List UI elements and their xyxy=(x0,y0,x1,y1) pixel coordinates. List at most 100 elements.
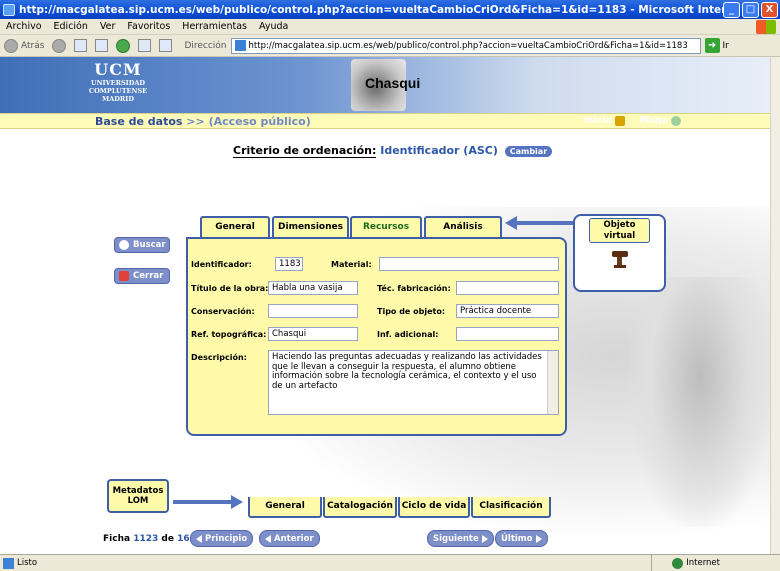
close-icon xyxy=(119,271,129,281)
breadcrumb-base-datos[interactable]: Base de datos xyxy=(95,115,182,128)
lom-tab-general[interactable]: General xyxy=(248,497,322,518)
close-button[interactable]: X xyxy=(761,1,778,18)
ref-topografica-field[interactable]: Chasqui xyxy=(268,327,358,341)
menu-archivo[interactable]: Archivo xyxy=(0,21,48,32)
inicio-link[interactable]: Inicio xyxy=(583,115,625,126)
tab-general[interactable]: General xyxy=(200,216,270,237)
page-loaded-icon xyxy=(3,557,14,569)
page-scrollbar[interactable] xyxy=(770,57,780,554)
magnifier-icon xyxy=(119,240,129,250)
window-titlebar: http://macgalatea.sip.ucm.es/web/publico… xyxy=(0,0,780,19)
ucm-logo[interactable]: UCM UNIVERSIDAD COMPLUTENSE MADRID xyxy=(78,60,158,103)
objeto-virtual-box[interactable]: Objeto virtual xyxy=(573,214,666,292)
current-record: 1123 xyxy=(133,534,159,544)
home-icon xyxy=(614,115,625,126)
address-text: http://macgalatea.sip.ucm.es/web/publico… xyxy=(248,40,688,51)
tipo-objeto-field[interactable]: Práctica docente xyxy=(456,304,559,318)
mapa-link[interactable]: Mapa xyxy=(639,115,682,126)
ref-topografica-label: Ref. topográfica: xyxy=(191,330,267,339)
tab-analisis[interactable]: Análisis xyxy=(424,216,502,237)
tab-dimensiones[interactable]: Dimensiones xyxy=(272,216,349,237)
page-icon xyxy=(234,40,246,51)
inf-adicional-field[interactable] xyxy=(456,327,559,341)
descripcion-textarea[interactable]: Haciendo las preguntas adecuadas y reali… xyxy=(268,350,559,415)
favorites-button[interactable] xyxy=(155,39,176,52)
conservacion-label: Conservación: xyxy=(191,307,255,316)
refresh-icon xyxy=(95,39,109,52)
menu-ver[interactable]: Ver xyxy=(94,21,122,32)
browser-toolbar: Atrás Dirección http://macgalatea.sip.uc… xyxy=(0,35,780,57)
descripcion-label: Descripción: xyxy=(191,353,247,362)
identificador-field[interactable]: 1183 xyxy=(275,257,303,271)
breadcrumb: Base de datos >> (Acceso público) xyxy=(95,115,311,128)
inf-adicional-label: Inf. adicional: xyxy=(377,330,439,339)
menu-ayuda[interactable]: Ayuda xyxy=(253,21,294,32)
menu-favoritos[interactable]: Favoritos xyxy=(121,21,176,32)
menu-herramientas[interactable]: Herramientas xyxy=(176,21,253,32)
back-icon xyxy=(4,38,18,53)
tec-fabricacion-field[interactable] xyxy=(456,281,559,295)
siguiente-button[interactable]: Siguiente xyxy=(427,530,494,547)
sculpture-face-background xyxy=(630,277,770,527)
ie-icon xyxy=(3,3,15,16)
identificador-label: Identificador: xyxy=(191,260,252,269)
anterior-button[interactable]: Anterior xyxy=(259,530,320,547)
conservacion-field[interactable] xyxy=(268,304,358,318)
status-left: Listo xyxy=(0,557,560,569)
lom-tab-clasificacion[interactable]: Clasificación xyxy=(471,497,551,518)
sort-criteria: Criterio de ordenación: Identificador (A… xyxy=(233,144,553,158)
page-content: UCM UNIVERSIDAD COMPLUTENSE MADRID Chasq… xyxy=(0,57,770,554)
lom-tab-catalogacion[interactable]: Catalogación xyxy=(323,497,397,518)
forward-icon xyxy=(52,38,67,53)
arrow-right-icon xyxy=(173,495,243,509)
home-button[interactable] xyxy=(112,38,134,53)
tec-fabricacion-label: Téc. fabricación: xyxy=(377,284,451,293)
titulo-label: Título de la obra: xyxy=(191,284,269,293)
record-counter: Ficha 1123 de 1637 xyxy=(103,534,202,544)
ultimo-button[interactable]: Último xyxy=(495,530,548,547)
buscar-button[interactable]: Buscar xyxy=(114,237,170,253)
sort-criteria-value: Identificador (ASC) xyxy=(380,144,498,157)
tipo-objeto-label: Tipo de objeto: xyxy=(377,307,446,316)
descripcion-text: Haciendo las preguntas adecuadas y reali… xyxy=(272,352,542,391)
refresh-button[interactable] xyxy=(91,39,112,52)
breadcrumb-bar: Base de datos >> (Acceso público) Inicio… xyxy=(0,113,770,129)
material-label: Material: xyxy=(331,260,372,269)
general-form-panel: Identificador: 1183 Material: Título de … xyxy=(186,237,567,436)
cambiar-button[interactable]: Cambiar xyxy=(504,145,553,157)
site-title: Chasqui xyxy=(365,75,421,91)
go-arrow-icon: ➜ xyxy=(704,38,720,53)
address-label: Dirección xyxy=(184,40,227,51)
minimize-button[interactable]: _ xyxy=(723,1,740,18)
vessel-thumbnail-icon[interactable] xyxy=(611,251,628,269)
top-navigation: Inicio Mapa xyxy=(583,115,682,126)
next-arrow-icon xyxy=(481,534,488,543)
stop-button[interactable] xyxy=(70,39,91,52)
maximize-button[interactable]: □ xyxy=(742,1,759,18)
prev-arrow-icon xyxy=(265,534,271,543)
breadcrumb-acceso: (Acceso público) xyxy=(208,115,311,128)
stop-icon xyxy=(74,39,88,52)
forward-button[interactable] xyxy=(48,38,70,53)
globe-icon xyxy=(671,115,682,126)
back-button[interactable]: Atrás xyxy=(0,38,48,53)
go-button[interactable]: ➜ Ir xyxy=(704,38,729,53)
arrow-left-icon xyxy=(505,216,575,230)
menu-edicion[interactable]: Edición xyxy=(48,21,94,32)
cerrar-button[interactable]: Cerrar xyxy=(114,268,170,284)
address-input[interactable]: http://macgalatea.sip.ucm.es/web/publico… xyxy=(230,37,701,54)
search-button[interactable] xyxy=(134,39,155,52)
material-field[interactable] xyxy=(379,257,559,271)
objeto-virtual-title: Objeto virtual xyxy=(589,218,650,243)
tab-recursos[interactable]: Recursos xyxy=(350,216,422,237)
descripcion-scrollbar[interactable] xyxy=(547,351,558,414)
menu-bar: Archivo Edición Ver Favoritos Herramient… xyxy=(0,19,780,35)
status-bar: Listo Internet xyxy=(0,554,780,571)
titulo-field[interactable]: Habla una vasija xyxy=(268,281,358,295)
security-zone: Internet xyxy=(651,554,780,571)
principio-button[interactable]: Principio xyxy=(190,530,254,547)
lom-tab-ciclo-vida[interactable]: Ciclo de vida xyxy=(398,497,470,518)
sort-criteria-label: Criterio de ordenación: xyxy=(233,144,377,158)
windows-logo-icon xyxy=(756,19,776,34)
internet-zone-icon xyxy=(672,557,684,569)
